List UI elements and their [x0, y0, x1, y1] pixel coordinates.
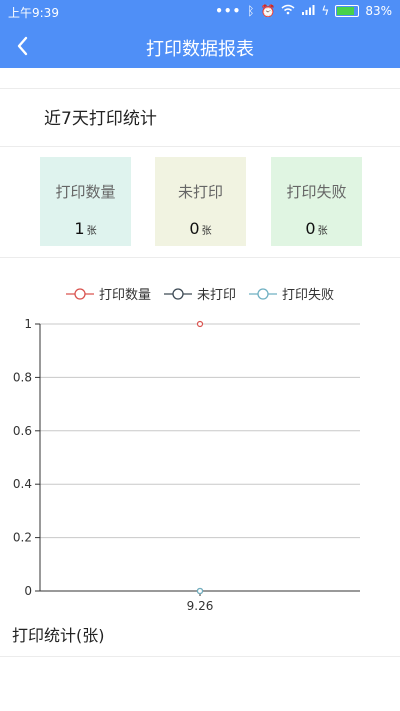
card-print-count: 打印数量 1张: [40, 157, 131, 246]
card-not-printed: 未打印 0张: [155, 157, 246, 246]
legend-label: 打印数量: [99, 288, 152, 303]
line-chart: 0 0.2 0.4 0.6 0.8 1 9.26: [13, 317, 360, 613]
app-bar: 打印数据报表: [0, 24, 400, 68]
divider: [0, 88, 400, 89]
legend-marker-icon: [66, 287, 94, 300]
battery-percent: 83%: [365, 4, 392, 18]
more-dots-icon: •••: [215, 4, 242, 18]
divider: [0, 146, 400, 147]
y-tick-label: 0.4: [13, 477, 32, 491]
chart-title: 打印统计(张): [12, 626, 105, 645]
divider: [0, 257, 400, 258]
card-label: 打印数量: [55, 183, 116, 201]
status-icons: ••• ᛒ ⏰ ϟ 83%: [215, 4, 392, 18]
status-bar: 上午9:39 ••• ᛒ ⏰ ϟ 83%: [0, 0, 400, 24]
battery-fill: [337, 7, 355, 15]
card-value: 0张: [271, 219, 362, 238]
status-time: 上午9:39: [8, 6, 59, 20]
card-unit: 张: [317, 226, 328, 237]
card-value: 0张: [155, 219, 246, 238]
charging-icon: ϟ: [321, 4, 330, 18]
divider: [0, 656, 400, 657]
y-tick-label: 0.6: [13, 424, 32, 438]
y-tick-label: 1: [24, 317, 32, 331]
data-point: [196, 587, 204, 595]
page-title: 打印数据报表: [146, 39, 254, 60]
legend-marker-icon: [164, 287, 192, 300]
card-label: 打印失败: [286, 183, 347, 201]
card-unit: 张: [201, 226, 212, 237]
x-tick-label: 9.26: [187, 599, 214, 613]
legend-item[interactable]: 打印数量: [66, 284, 151, 303]
legend-label: 打印失败: [282, 288, 335, 303]
y-tick-label: 0.2: [13, 531, 32, 545]
card-number: 0: [305, 219, 316, 238]
data-point: [196, 320, 204, 328]
card-value: 1张: [40, 219, 131, 238]
legend-marker-icon: [249, 287, 277, 300]
legend-label: 未打印: [197, 288, 237, 303]
chart-legend: 打印数量 未打印 打印失败: [0, 284, 400, 303]
legend-item[interactable]: 未打印: [164, 284, 236, 303]
y-tick-label: 0: [24, 584, 32, 598]
bluetooth-icon: ᛒ: [247, 4, 255, 18]
alarm-icon: ⏰: [260, 4, 276, 18]
signal-icon: [301, 4, 315, 18]
card-number: 1: [74, 219, 85, 238]
card-unit: 张: [86, 226, 97, 237]
card-number: 0: [189, 219, 200, 238]
card-print-failed: 打印失败 0张: [271, 157, 362, 246]
card-label: 未打印: [177, 183, 223, 201]
battery-icon: [335, 5, 360, 17]
y-tick-label: 0.8: [13, 370, 32, 384]
wifi-icon: [281, 4, 295, 18]
section-title: 近7天打印统计: [44, 109, 157, 129]
legend-item[interactable]: 打印失败: [249, 284, 334, 303]
